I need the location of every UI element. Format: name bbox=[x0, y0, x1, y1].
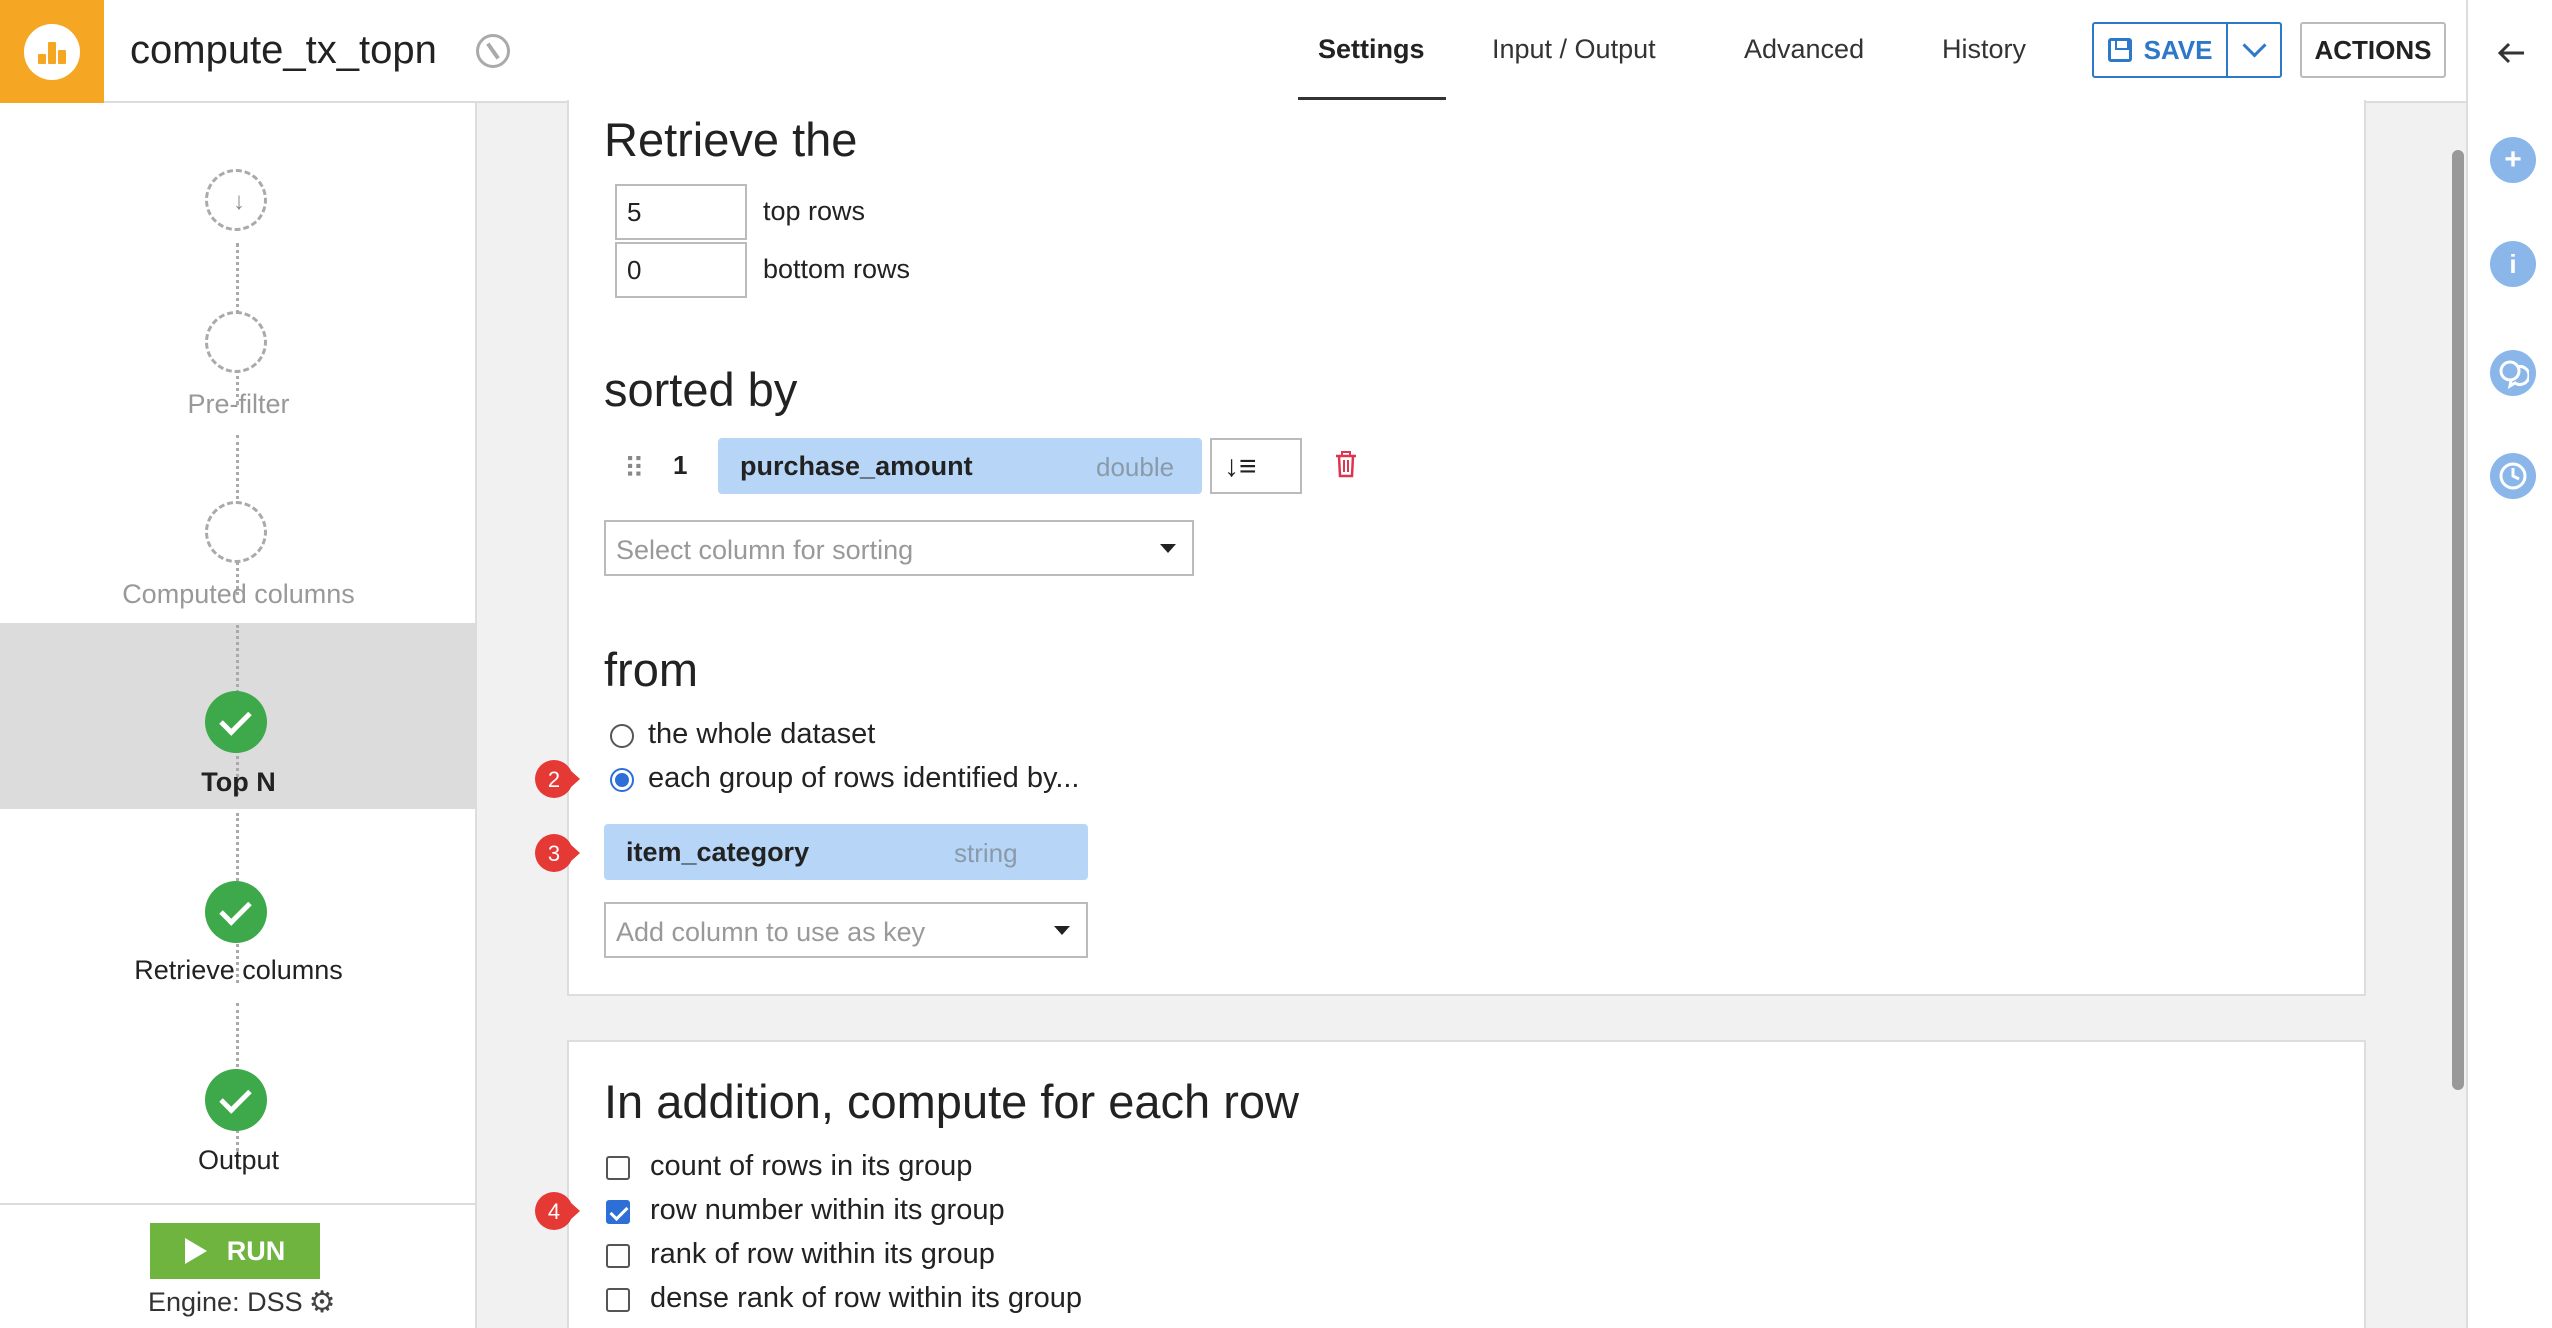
row-number-label[interactable]: row number within its group bbox=[650, 1194, 1005, 1227]
whole-dataset-label[interactable]: the whole dataset bbox=[648, 718, 875, 751]
caret-down-icon bbox=[1160, 544, 1176, 553]
from-heading: from bbox=[604, 643, 698, 696]
input-step-circle[interactable]: ↓ bbox=[205, 169, 267, 231]
group-key-column-pill[interactable]: item_category string bbox=[604, 824, 1088, 880]
sort-column-select[interactable]: Select column for sorting bbox=[604, 520, 1194, 576]
step-output-label[interactable]: Output bbox=[0, 1145, 477, 1176]
sort-column-type: double bbox=[1096, 452, 1175, 482]
tab-settings[interactable]: Settings bbox=[1318, 34, 1425, 65]
save-button-label: SAVE bbox=[2143, 34, 2213, 65]
engine-label: Engine: DSS bbox=[148, 1287, 303, 1317]
tab-history[interactable]: History bbox=[1942, 34, 2026, 65]
gear-icon[interactable]: ⚙ bbox=[309, 1287, 336, 1318]
compute-heading: In addition, compute for each row bbox=[604, 1075, 1299, 1128]
group-rows-label[interactable]: each group of rows identified by... bbox=[648, 762, 1080, 795]
bottom-rows-input[interactable] bbox=[615, 242, 747, 298]
annotation-badge-4: 4 bbox=[535, 1192, 580, 1230]
sidebar-divider bbox=[0, 1203, 477, 1205]
top-rows-input[interactable] bbox=[615, 184, 747, 240]
step-computed-columns-label[interactable]: Computed columns bbox=[0, 579, 477, 610]
annotation-badge-3-text: 3 bbox=[548, 841, 560, 866]
step-retrieve-columns-label[interactable]: Retrieve columns bbox=[0, 955, 477, 986]
main-scrollbar[interactable] bbox=[2452, 150, 2464, 1090]
retrieve-heading: Retrieve the bbox=[604, 113, 858, 166]
bottom-rows-label: bottom rows bbox=[763, 254, 911, 284]
right-rail: + i bbox=[2466, 0, 2552, 1328]
arrow-left-icon[interactable] bbox=[2496, 38, 2526, 68]
whole-dataset-radio[interactable] bbox=[610, 724, 634, 748]
dss-logo-icon[interactable] bbox=[0, 0, 104, 103]
annotation-badge-3: 3 bbox=[535, 834, 580, 872]
dense-rank-label[interactable]: dense rank of row within its group bbox=[650, 1282, 1082, 1315]
annotation-badge-2: 2 bbox=[535, 760, 580, 798]
annotation-badge-2-text: 2 bbox=[548, 767, 560, 792]
sort-descending-icon: ↓≡ bbox=[1224, 450, 1257, 483]
step-topn-label[interactable]: Top N bbox=[0, 767, 477, 798]
trash-icon[interactable] bbox=[1334, 450, 1358, 478]
sort-column-name: purchase_amount bbox=[740, 451, 973, 481]
sort-rank-number: 1 bbox=[673, 450, 688, 480]
top-rows-label: top rows bbox=[763, 196, 866, 226]
rank-label[interactable]: rank of row within its group bbox=[650, 1238, 995, 1271]
group-key-placeholder: Add column to use as key bbox=[616, 917, 926, 947]
actions-button[interactable]: ACTIONS bbox=[2300, 22, 2446, 78]
dense-rank-checkbox[interactable] bbox=[606, 1288, 630, 1312]
topn-recipe-icon bbox=[476, 34, 510, 68]
sorted-by-heading: sorted by bbox=[604, 363, 798, 416]
save-button[interactable]: SAVE bbox=[2092, 22, 2228, 78]
info-icon[interactable]: i bbox=[2490, 241, 2536, 287]
clock-icon[interactable] bbox=[2490, 453, 2536, 499]
group-key-select[interactable]: Add column to use as key bbox=[604, 902, 1088, 958]
run-button-label: RUN bbox=[226, 1235, 286, 1266]
recipe-title[interactable]: compute_tx_topn bbox=[130, 28, 437, 73]
plus-icon[interactable]: + bbox=[2490, 137, 2536, 183]
group-key-column-name: item_category bbox=[626, 837, 810, 867]
sort-order-toggle[interactable]: ↓≡ bbox=[1210, 438, 1302, 494]
play-icon bbox=[184, 1238, 207, 1264]
drag-handle-icon[interactable]: ⠿ bbox=[624, 452, 644, 485]
sort-column-pill[interactable]: purchase_amount double bbox=[718, 438, 1202, 494]
recipe-steps-sidebar: ↓ Pre-filter Computed columns Top N Retr… bbox=[0, 103, 477, 1328]
step-prefilter-circle[interactable] bbox=[205, 311, 267, 373]
run-button[interactable]: RUN bbox=[150, 1223, 320, 1279]
group-key-column-type: string bbox=[954, 838, 1018, 868]
arrow-down-icon: ↓ bbox=[233, 188, 245, 215]
top-header: compute_tx_topn Settings Input / Output … bbox=[0, 0, 2466, 103]
step-output-check-icon[interactable] bbox=[205, 1069, 267, 1131]
rank-checkbox[interactable] bbox=[606, 1244, 630, 1268]
annotation-badge-4-text: 4 bbox=[548, 1199, 560, 1224]
caret-down-icon bbox=[1054, 926, 1070, 935]
step-retrieve-columns-check-icon[interactable] bbox=[205, 881, 267, 943]
discussion-icon[interactable] bbox=[2490, 350, 2536, 396]
engine-selector[interactable]: Engine: DSS ⚙ bbox=[148, 1287, 336, 1318]
count-rows-label[interactable]: count of rows in its group bbox=[650, 1150, 972, 1183]
tab-advanced[interactable]: Advanced bbox=[1744, 34, 1864, 65]
row-number-checkbox[interactable] bbox=[606, 1200, 630, 1224]
count-rows-checkbox[interactable] bbox=[606, 1156, 630, 1180]
tab-input-output[interactable]: Input / Output bbox=[1492, 34, 1656, 65]
step-topn-check-icon[interactable] bbox=[205, 691, 267, 753]
step-prefilter-label[interactable]: Pre-filter bbox=[0, 389, 477, 420]
floppy-disk-icon bbox=[2107, 38, 2132, 62]
save-options-dropdown[interactable] bbox=[2226, 22, 2282, 78]
sort-column-placeholder: Select column for sorting bbox=[616, 535, 914, 565]
step-computed-columns-circle[interactable] bbox=[205, 501, 267, 563]
group-rows-radio[interactable] bbox=[610, 768, 634, 792]
